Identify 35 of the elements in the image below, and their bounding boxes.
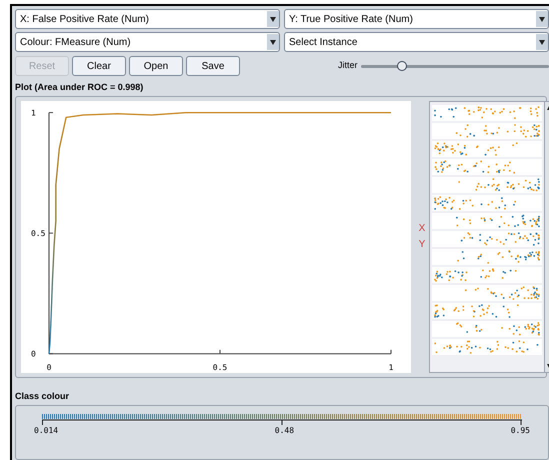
attribute-strip[interactable] [432,104,542,120]
attribute-strip[interactable] [432,338,542,354]
scale-tick-label: 0.95 [510,425,530,437]
caret-icon [267,11,279,27]
dropdown[interactable]: Select Instance [284,32,549,52]
class-colour-title: Class colour [15,390,70,402]
jitter-label: Jitter [338,59,358,72]
slider-thumb[interactable] [396,61,407,71]
attribute-strip[interactable] [432,230,542,246]
attribute-strip[interactable] [432,284,542,300]
attribute-strip[interactable] [432,266,542,282]
attribute-strip[interactable] [432,212,542,228]
dropdown[interactable]: X: False Positive Rate (Num) [15,9,280,29]
attribute-strip[interactable] [432,140,542,156]
axis-marker: Y [418,238,426,252]
attribute-strip[interactable] [432,176,542,192]
attribute-strip[interactable] [432,302,542,318]
scale-tick-label: 0.014 [34,425,58,437]
dropdown[interactable]: Y: True Positive Rate (Num) [284,9,549,29]
attribute-strip[interactable] [432,122,542,138]
caret-icon [267,34,279,50]
attribute-strip[interactable] [432,158,542,174]
dropdown[interactable]: Colour: FMeasure (Num) [15,32,280,52]
attribute-strip[interactable] [432,248,542,264]
attribute-strip[interactable] [432,194,542,210]
caret-icon [536,11,548,27]
axis-marker: X [418,222,426,236]
jitter-slider[interactable] [360,61,549,71]
toolbar-button[interactable]: Open [129,56,183,76]
toolbar-button[interactable]: Save [186,56,240,76]
attribute-strip[interactable] [432,320,542,336]
toolbar-button[interactable]: Clear [72,56,126,76]
plot-title: Plot (Area under ROC = 0.998) [15,81,144,94]
scale-tick-label: 0.48 [274,425,294,437]
caret-icon [536,34,548,50]
